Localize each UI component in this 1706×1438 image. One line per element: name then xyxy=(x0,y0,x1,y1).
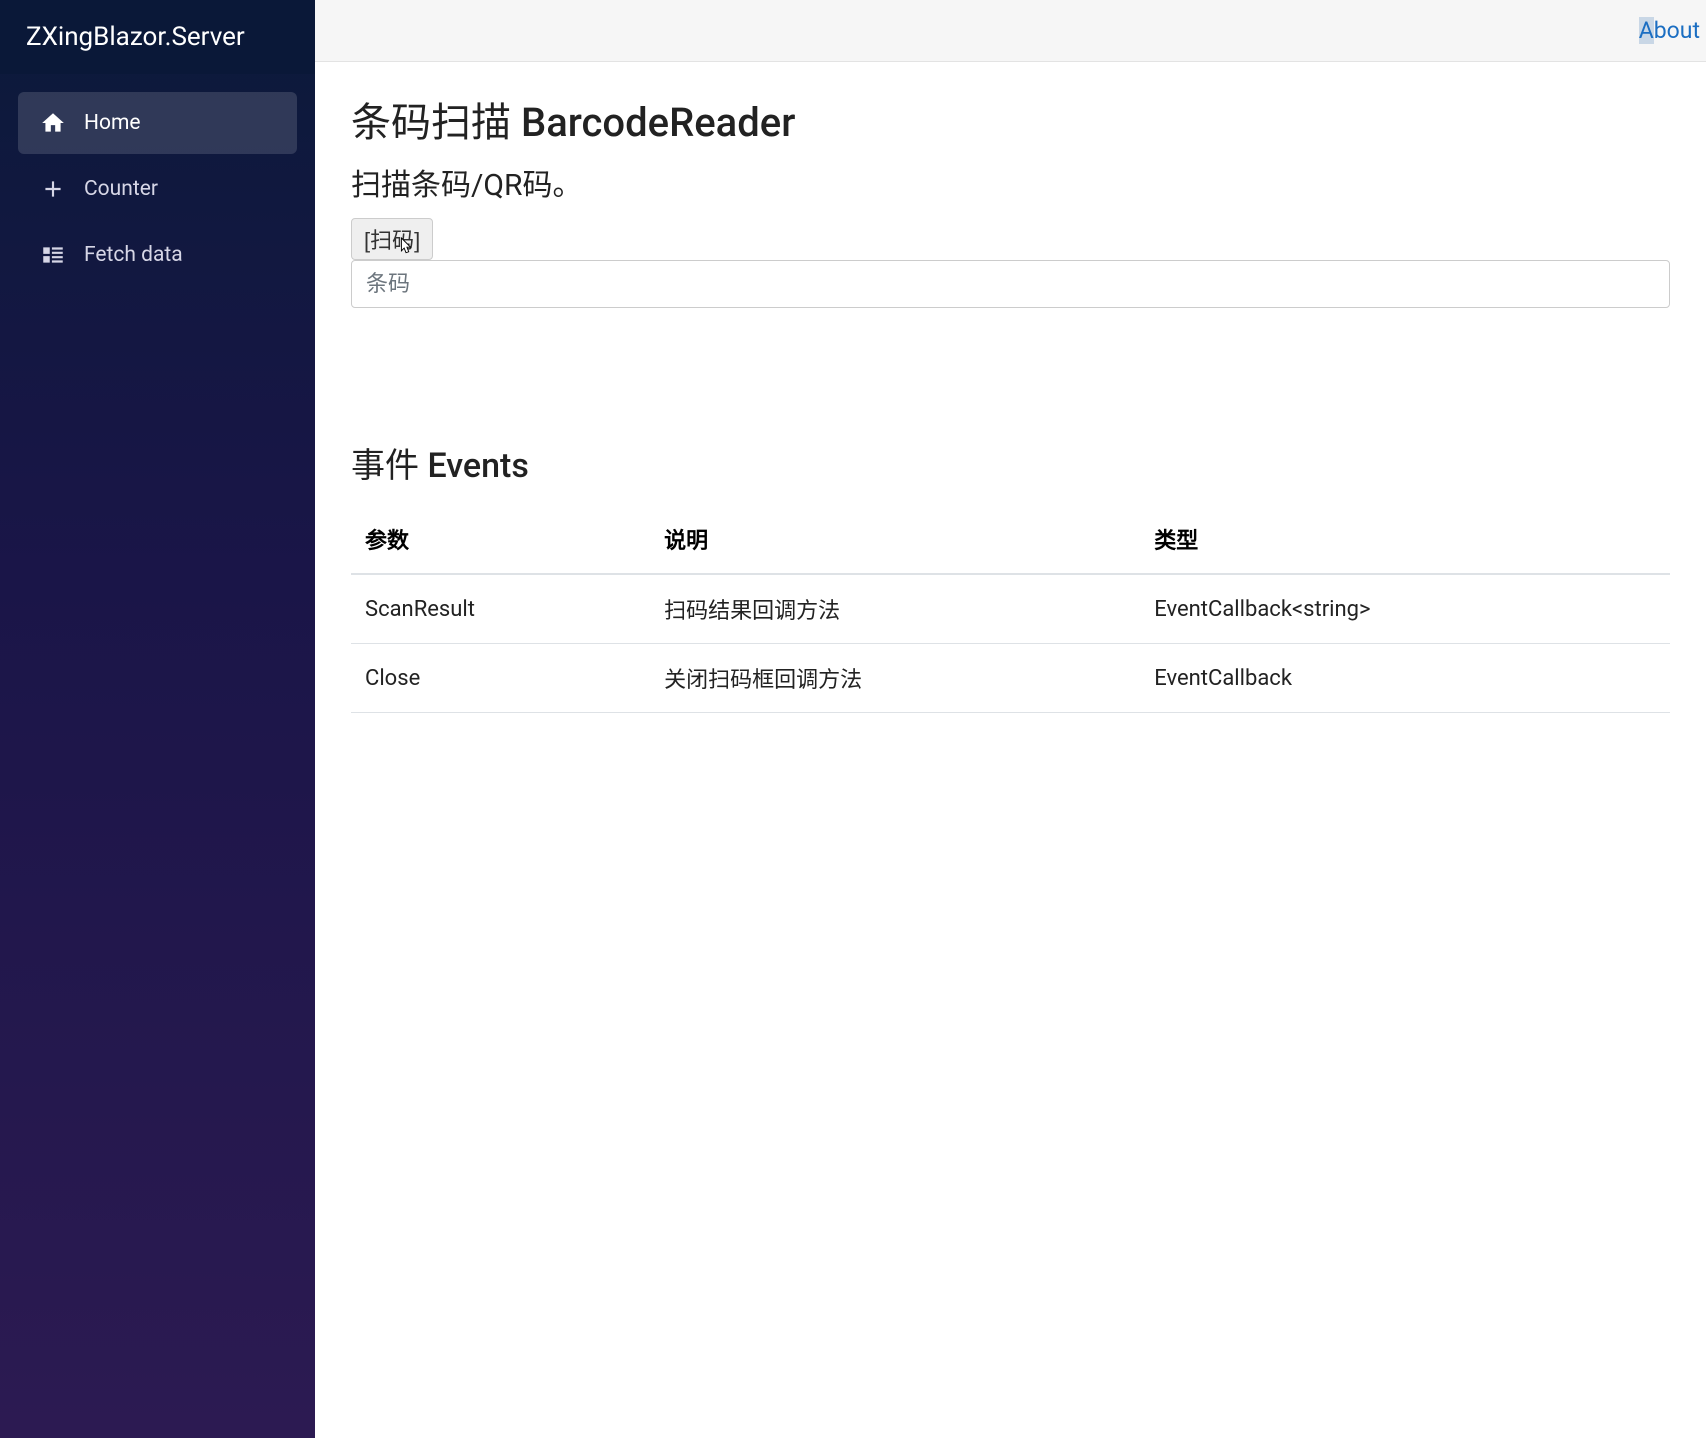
scan-button[interactable]: [扫码] xyxy=(351,218,433,260)
sidebar-item-label: Fetch data xyxy=(84,243,183,267)
sidebar-item-home[interactable]: Home xyxy=(18,92,297,154)
col-type: 类型 xyxy=(1140,505,1670,574)
list-icon xyxy=(40,242,66,268)
table-row: Close 关闭扫码框回调方法 EventCallback xyxy=(351,644,1670,713)
content: 条码扫描 BarcodeReader 扫描条码/QR码。 [扫码] 事件 Eve… xyxy=(315,62,1706,741)
cell-param: ScanResult xyxy=(351,574,650,644)
col-param: 参数 xyxy=(351,505,650,574)
table-row: ScanResult 扫码结果回调方法 EventCallback<string… xyxy=(351,574,1670,644)
page-title: 条码扫描 BarcodeReader xyxy=(351,90,1670,148)
cell-desc: 扫码结果回调方法 xyxy=(650,574,1140,644)
home-icon xyxy=(40,110,66,136)
sidebar: ZXingBlazor.Server Home Counter Fetch da… xyxy=(0,0,315,1438)
plus-icon xyxy=(40,176,66,202)
about-link[interactable]: About xyxy=(1639,17,1700,44)
events-heading: 事件 Events xyxy=(351,438,1670,487)
topbar: About xyxy=(315,0,1706,62)
cell-param: Close xyxy=(351,644,650,713)
events-section: 事件 Events 参数 说明 类型 ScanResult 扫码结果回调方法 E… xyxy=(351,438,1670,713)
sidebar-item-fetchdata[interactable]: Fetch data xyxy=(18,224,297,286)
sidebar-item-label: Counter xyxy=(84,177,158,201)
barcode-input[interactable] xyxy=(351,260,1670,308)
cell-desc: 关闭扫码框回调方法 xyxy=(650,644,1140,713)
events-table: 参数 说明 类型 ScanResult 扫码结果回调方法 EventCallba… xyxy=(351,505,1670,713)
about-link-rest: bout xyxy=(1654,17,1700,44)
app-title: ZXingBlazor.Server xyxy=(0,0,315,74)
cell-type: EventCallback xyxy=(1140,644,1670,713)
sidebar-item-label: Home xyxy=(84,111,141,135)
table-header-row: 参数 说明 类型 xyxy=(351,505,1670,574)
main: About 条码扫描 BarcodeReader 扫描条码/QR码。 [扫码] … xyxy=(315,0,1706,1438)
sidebar-item-counter[interactable]: Counter xyxy=(18,158,297,220)
cell-type: EventCallback<string> xyxy=(1140,574,1670,644)
nav: Home Counter Fetch data xyxy=(0,74,315,308)
col-desc: 说明 xyxy=(650,505,1140,574)
page-subtitle: 扫描条码/QR码。 xyxy=(351,160,1670,204)
